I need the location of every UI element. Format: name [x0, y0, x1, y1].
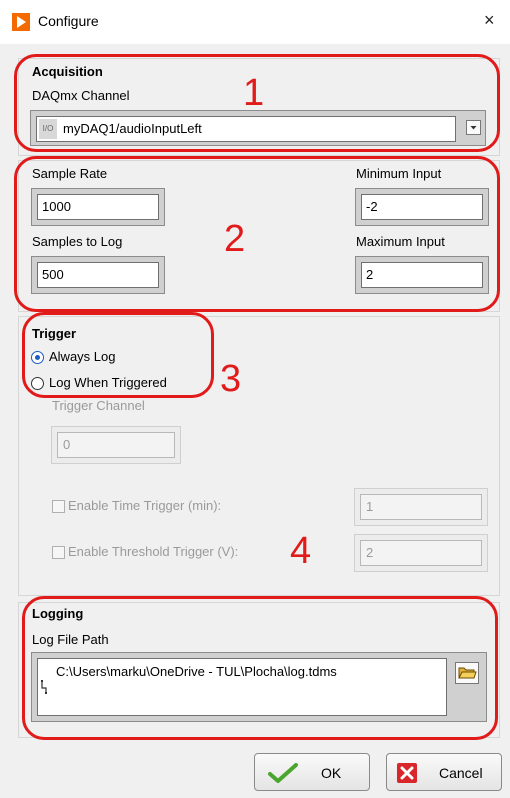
annotation-number-1: 1: [243, 72, 265, 114]
trigger-channel-input[interactable]: 0: [57, 432, 175, 458]
ok-button[interactable]: OK: [254, 753, 370, 791]
trigger-channel-label: Trigger Channel: [52, 398, 145, 413]
annotation-number-3: 3: [220, 358, 242, 400]
enable-threshold-trigger-label[interactable]: Enable Threshold Trigger (V):: [68, 544, 238, 559]
cancel-x-icon: [397, 763, 417, 783]
cancel-button-label: Cancel: [439, 765, 483, 781]
ok-button-label: OK: [321, 765, 342, 781]
threshold-trigger-input[interactable]: 2: [360, 540, 482, 566]
annotation-number-2: 2: [224, 218, 246, 260]
annotation-box-logging: [22, 596, 498, 740]
time-trigger-input[interactable]: 1: [360, 494, 482, 520]
annotation-box-3: [22, 312, 214, 398]
annotation-number-4: 4: [290, 530, 312, 572]
labview-app-icon: [12, 13, 30, 31]
annotation-box-2: [14, 156, 500, 312]
cancel-button[interactable]: Cancel: [386, 753, 502, 791]
close-icon[interactable]: ×: [484, 10, 495, 31]
enable-threshold-trigger-checkbox[interactable]: [52, 546, 65, 559]
checkmark-icon: [267, 762, 299, 787]
window-title: Configure: [38, 13, 99, 29]
enable-time-trigger-label[interactable]: Enable Time Trigger (min):: [68, 498, 221, 513]
enable-time-trigger-checkbox[interactable]: [52, 500, 65, 513]
